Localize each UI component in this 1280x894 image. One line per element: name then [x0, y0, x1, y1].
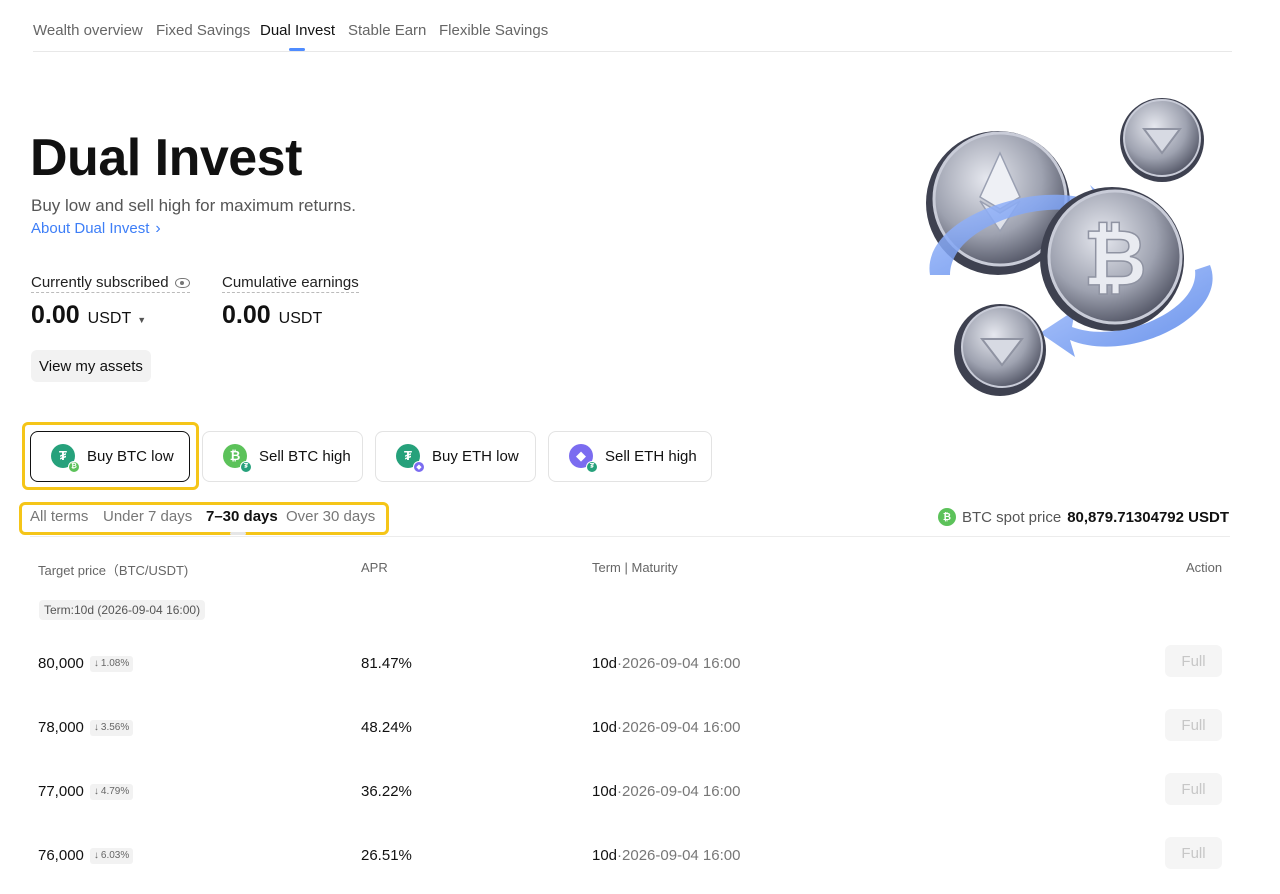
- page-subtitle: Buy low and sell high for maximum return…: [31, 196, 357, 215]
- distance-badge: ↓ 3.56%: [89, 719, 134, 736]
- term-under-7-days[interactable]: Under 7 days: [103, 508, 192, 525]
- currently-subscribed-value: 0.00: [31, 301, 80, 329]
- product-buy-btc-low[interactable]: ₮ ₿ Buy BTC low: [30, 431, 190, 482]
- target-price-cell: 76,000 ↓ 6.03%: [38, 847, 134, 864]
- btc-spot-price: ₿ BTC spot price 80,879.71304792 USDT: [938, 508, 1229, 526]
- cumulative-earnings-stat: Cumulative earnings 0.00 USDT: [222, 274, 359, 330]
- term-over-30-days[interactable]: Over 30 days: [286, 508, 375, 525]
- active-term-indicator: [230, 532, 246, 535]
- cumulative-earnings-value: 0.00: [222, 301, 271, 329]
- term-value: 10d: [592, 847, 618, 864]
- cumulative-earnings-text: Cumulative earnings: [222, 274, 359, 291]
- header-term-maturity: Term | Maturity: [592, 560, 678, 575]
- product-label: Sell ETH high: [605, 448, 697, 465]
- currently-subscribed-stat: Currently subscribed 0.00 USDT ▼: [31, 274, 190, 330]
- target-price-value: 77,000: [38, 783, 84, 800]
- header-target-price: Target price（BTC/USDT): [38, 563, 189, 578]
- target-price-value: 80,000: [38, 655, 84, 672]
- maturity-value: 2026-09-04 16:00: [622, 783, 741, 800]
- table-row[interactable]: 77,000 ↓ 4.79% 36.22% 10d·2026-09-04 16:0…: [0, 773, 1280, 813]
- btc-usdt-icon: ₿ ₮: [223, 443, 252, 473]
- usdt-eth-icon: ₮ ◆: [396, 443, 425, 473]
- maturity-value: 2026-09-04 16:00: [622, 847, 741, 864]
- top-nav: Wealth overview Fixed Savings Dual Inves…: [33, 0, 1232, 52]
- distance-badge: ↓ 4.79%: [89, 783, 134, 800]
- term-group-tag: Term:10d (2026-09-04 16:00): [39, 600, 206, 620]
- table-row[interactable]: 80,000 ↓ 1.08% 81.47% 10d·2026-09-04 16:0…: [0, 645, 1280, 685]
- spot-price-label: BTC spot price: [962, 508, 1062, 526]
- full-button[interactable]: Full: [1165, 645, 1222, 677]
- arrow-down-icon: ↓: [93, 850, 99, 861]
- product-label: Buy ETH low: [432, 448, 519, 465]
- coins-illustration: ₿: [926, 98, 1213, 396]
- distance-value: 4.79%: [100, 786, 130, 797]
- currently-subscribed-unit[interactable]: USDT: [88, 310, 132, 328]
- distance-badge: ↓ 6.03%: [89, 847, 134, 864]
- currently-subscribed-text: Currently subscribed: [31, 274, 169, 291]
- arrow-down-icon: ↓: [93, 658, 99, 669]
- chevron-right-icon: ›: [155, 219, 161, 237]
- apr-cell: 26.51%: [361, 847, 412, 864]
- distance-value: 3.56%: [100, 722, 130, 733]
- product-label: Sell BTC high: [259, 448, 351, 465]
- arrow-down-icon: ↓: [93, 786, 99, 797]
- view-my-assets-button[interactable]: View my assets: [31, 350, 151, 382]
- spot-price-value: 80,879.71304792 USDT: [1067, 508, 1229, 526]
- currently-subscribed-label[interactable]: Currently subscribed: [31, 274, 190, 293]
- term-7-30-days[interactable]: 7–30 days: [206, 508, 278, 525]
- about-link-label: About Dual Invest: [31, 220, 150, 237]
- tab-dual-invest[interactable]: Dual Invest: [260, 22, 335, 39]
- distance-badge: ↓ 1.08%: [89, 655, 134, 672]
- product-label: Buy BTC low: [87, 448, 174, 465]
- apr-cell: 81.47%: [361, 655, 412, 672]
- apr-cell: 36.22%: [361, 783, 412, 800]
- tab-fixed-savings[interactable]: Fixed Savings: [156, 22, 250, 39]
- table-row[interactable]: 78,000 ↓ 3.56% 48.24% 10d·2026-09-04 16:0…: [0, 709, 1280, 749]
- target-price-cell: 78,000 ↓ 3.56%: [38, 719, 134, 736]
- caret-down-icon[interactable]: ▼: [137, 315, 146, 325]
- term-value: 10d: [592, 719, 618, 736]
- btc-icon: ₿: [938, 508, 956, 526]
- product-buy-eth-low[interactable]: ₮ ◆ Buy ETH low: [375, 431, 536, 482]
- header-action: Action: [1186, 560, 1223, 575]
- usdt-btc-icon: ₮ ₿: [51, 443, 80, 473]
- full-button[interactable]: Full: [1165, 837, 1222, 869]
- full-button[interactable]: Full: [1165, 773, 1222, 805]
- target-price-value: 76,000: [38, 847, 84, 864]
- tab-stable-earn[interactable]: Stable Earn: [348, 22, 426, 39]
- divider: [30, 536, 1230, 537]
- cumulative-earnings-label[interactable]: Cumulative earnings: [222, 274, 359, 293]
- term-value: 10d: [592, 655, 618, 672]
- tab-wealth-overview[interactable]: Wealth overview: [33, 22, 143, 39]
- product-sell-eth-high[interactable]: ◆ ₮ Sell ETH high: [548, 431, 712, 482]
- about-dual-invest-link[interactable]: About Dual Invest ›: [31, 220, 161, 237]
- distance-value: 6.03%: [100, 850, 130, 861]
- target-price-cell: 77,000 ↓ 4.79%: [38, 783, 134, 800]
- arrow-down-icon: ↓: [93, 722, 99, 733]
- maturity-value: 2026-09-04 16:00: [622, 655, 741, 672]
- term-cell: 10d·2026-09-04 16:00: [592, 719, 741, 736]
- page-title: Dual Invest: [30, 129, 302, 187]
- apr-cell: 48.24%: [361, 719, 412, 736]
- target-price-value: 78,000: [38, 719, 84, 736]
- term-value: 10d: [592, 783, 618, 800]
- header-apr: APR: [361, 560, 388, 575]
- tab-flexible-savings[interactable]: Flexible Savings: [439, 22, 548, 39]
- term-cell: 10d·2026-09-04 16:00: [592, 783, 741, 800]
- term-cell: 10d·2026-09-04 16:00: [592, 655, 741, 672]
- term-all[interactable]: All terms: [30, 508, 88, 525]
- product-sell-btc-high[interactable]: ₿ ₮ Sell BTC high: [202, 431, 363, 482]
- full-button[interactable]: Full: [1165, 709, 1222, 741]
- eth-usdt-icon: ◆ ₮: [569, 443, 598, 473]
- target-price-cell: 80,000 ↓ 1.08%: [38, 655, 134, 672]
- eye-icon[interactable]: [174, 277, 190, 288]
- distance-value: 1.08%: [100, 658, 130, 669]
- table-row[interactable]: 76,000 ↓ 6.03% 26.51% 10d·2026-09-04 16:0…: [0, 837, 1280, 877]
- svg-text:₿: ₿: [1083, 214, 1147, 304]
- term-cell: 10d·2026-09-04 16:00: [592, 847, 741, 864]
- cumulative-earnings-unit: USDT: [278, 310, 323, 327]
- active-tab-indicator: [289, 48, 305, 51]
- maturity-value: 2026-09-04 16:00: [622, 719, 741, 736]
